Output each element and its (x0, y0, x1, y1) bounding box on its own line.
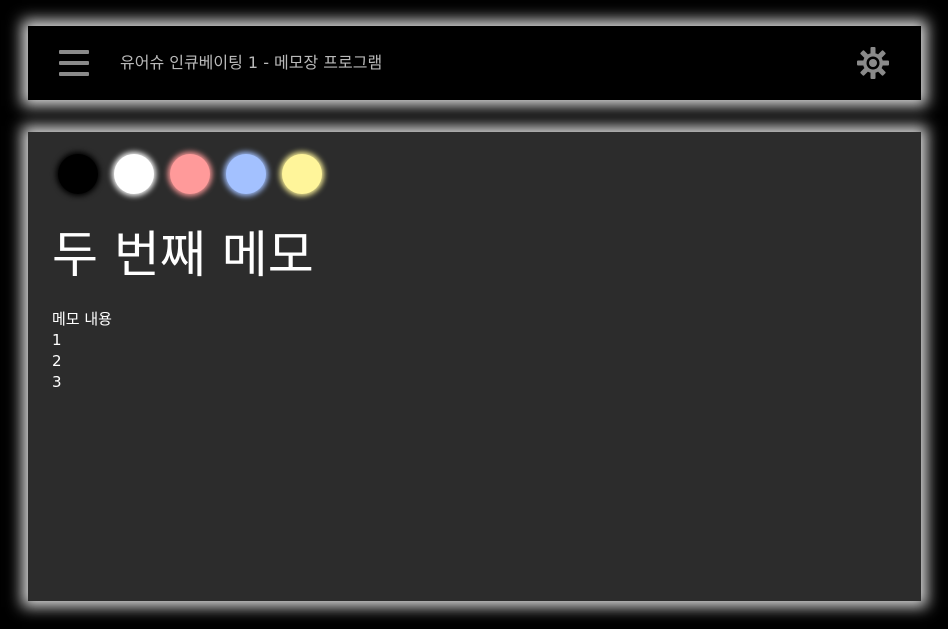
memo-card: 두 번째 메모 메모 내용 1 2 3 (28, 132, 921, 601)
top-app-bar: 유어슈 인큐베이팅 1 - 메모장 프로그램 (28, 26, 921, 100)
color-option-black[interactable] (58, 154, 98, 194)
memo-line: 2 (52, 352, 62, 370)
hamburger-menu-icon[interactable] (59, 50, 89, 77)
memo-line: 메모 내용 (52, 310, 112, 328)
memo-line: 1 (52, 331, 62, 349)
gear-icon[interactable] (856, 46, 890, 80)
app-title: 유어슈 인큐베이팅 1 - 메모장 프로그램 (120, 53, 383, 72)
color-option-white[interactable] (114, 154, 154, 194)
gear-icon-svg (857, 47, 889, 79)
memo-body[interactable]: 메모 내용 1 2 3 (52, 309, 112, 393)
color-option-yellow[interactable] (282, 154, 322, 194)
menu-icon-bar (59, 61, 89, 65)
menu-icon-bar (59, 72, 89, 76)
color-option-blue[interactable] (226, 154, 266, 194)
color-option-pink[interactable] (170, 154, 210, 194)
memo-title[interactable]: 두 번째 메모 (52, 222, 314, 288)
menu-icon-bar (59, 50, 89, 54)
memo-line: 3 (52, 373, 62, 391)
